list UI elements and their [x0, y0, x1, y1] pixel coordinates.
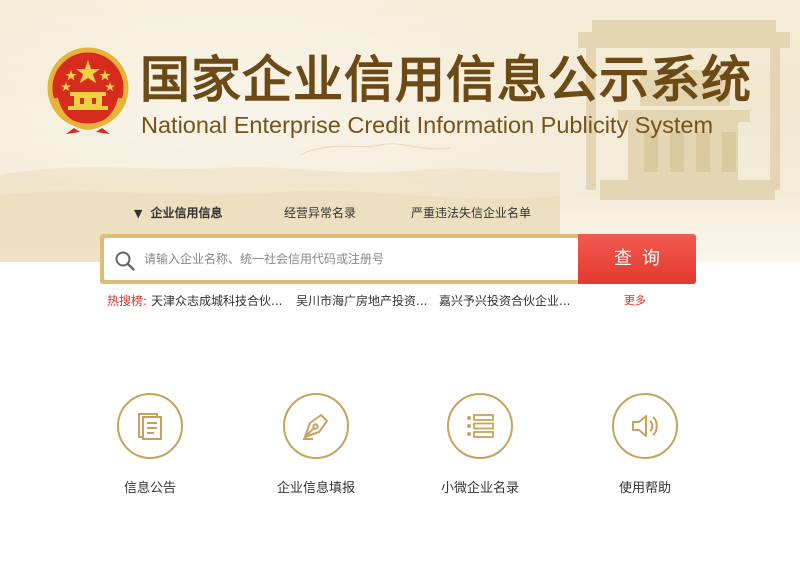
tab-enterprise-credit-info[interactable]: ▼ 企业信用信息 [134, 203, 222, 223]
feature-usage-help[interactable]: 使用帮助 [575, 393, 715, 503]
feature-icon-circle [447, 393, 513, 459]
hot-search-item[interactable]: 天津众志成城科技合伙... [151, 292, 282, 310]
feature-small-micro-enterprise-list[interactable]: 小微企业名录 [410, 393, 550, 503]
search-bar: 查询 [100, 234, 696, 284]
pen-nib-icon [303, 414, 328, 440]
tab-abnormal-operation-list[interactable]: 经营异常名录 [284, 203, 356, 223]
feature-enterprise-info-report[interactable]: 企业信息填报 [246, 393, 386, 503]
site-title-english: National Enterprise Credit Information P… [141, 112, 714, 138]
header-banner: 国家企业信用信息公示系统 National Enterprise Credit … [0, 0, 800, 262]
hot-search-row: 热搜榜: 天津众志成城科技合伙... 吴川市海广房地产投资... 嘉兴予兴投资合… [107, 292, 667, 310]
search-button[interactable]: 查询 [578, 234, 696, 284]
caret-down-icon: ▼ [134, 207, 143, 220]
feature-label: 小微企业名录 [440, 481, 519, 496]
hot-search-item[interactable]: 嘉兴予兴投资合伙企业... [439, 292, 570, 310]
document-icon [138, 413, 162, 440]
site-title-chinese: 国家企业信用信息公示系统 [140, 51, 752, 109]
tab-label: 经营异常名录 [284, 206, 357, 220]
tab-label: 企业信用信息 [150, 206, 223, 220]
feature-label: 信息公告 [123, 481, 176, 496]
feature-icon-circle [117, 393, 183, 459]
feature-shortcuts: 信息公告 企业信息填报 小微企业名录 使用帮助 [0, 393, 800, 503]
feature-info-announcement[interactable]: 信息公告 [80, 393, 220, 503]
speaker-icon [632, 415, 658, 437]
feature-icon-circle [612, 393, 678, 459]
list-icon [467, 414, 494, 438]
feature-icon-circle [283, 393, 349, 459]
tab-serious-violation-list[interactable]: 严重违法失信企业名单 [411, 203, 531, 223]
hot-search-item[interactable]: 吴川市海广房地产投资... [296, 292, 427, 310]
hot-search-more-link[interactable]: 更多 [624, 292, 646, 310]
tab-label: 严重违法失信企业名单 [411, 206, 532, 220]
feature-label: 使用帮助 [618, 481, 671, 496]
hot-search-label: 热搜榜: [107, 294, 148, 308]
search-icon [115, 251, 135, 271]
national-emblem-icon [47, 47, 129, 134]
feature-label: 企业信息填报 [276, 481, 355, 496]
